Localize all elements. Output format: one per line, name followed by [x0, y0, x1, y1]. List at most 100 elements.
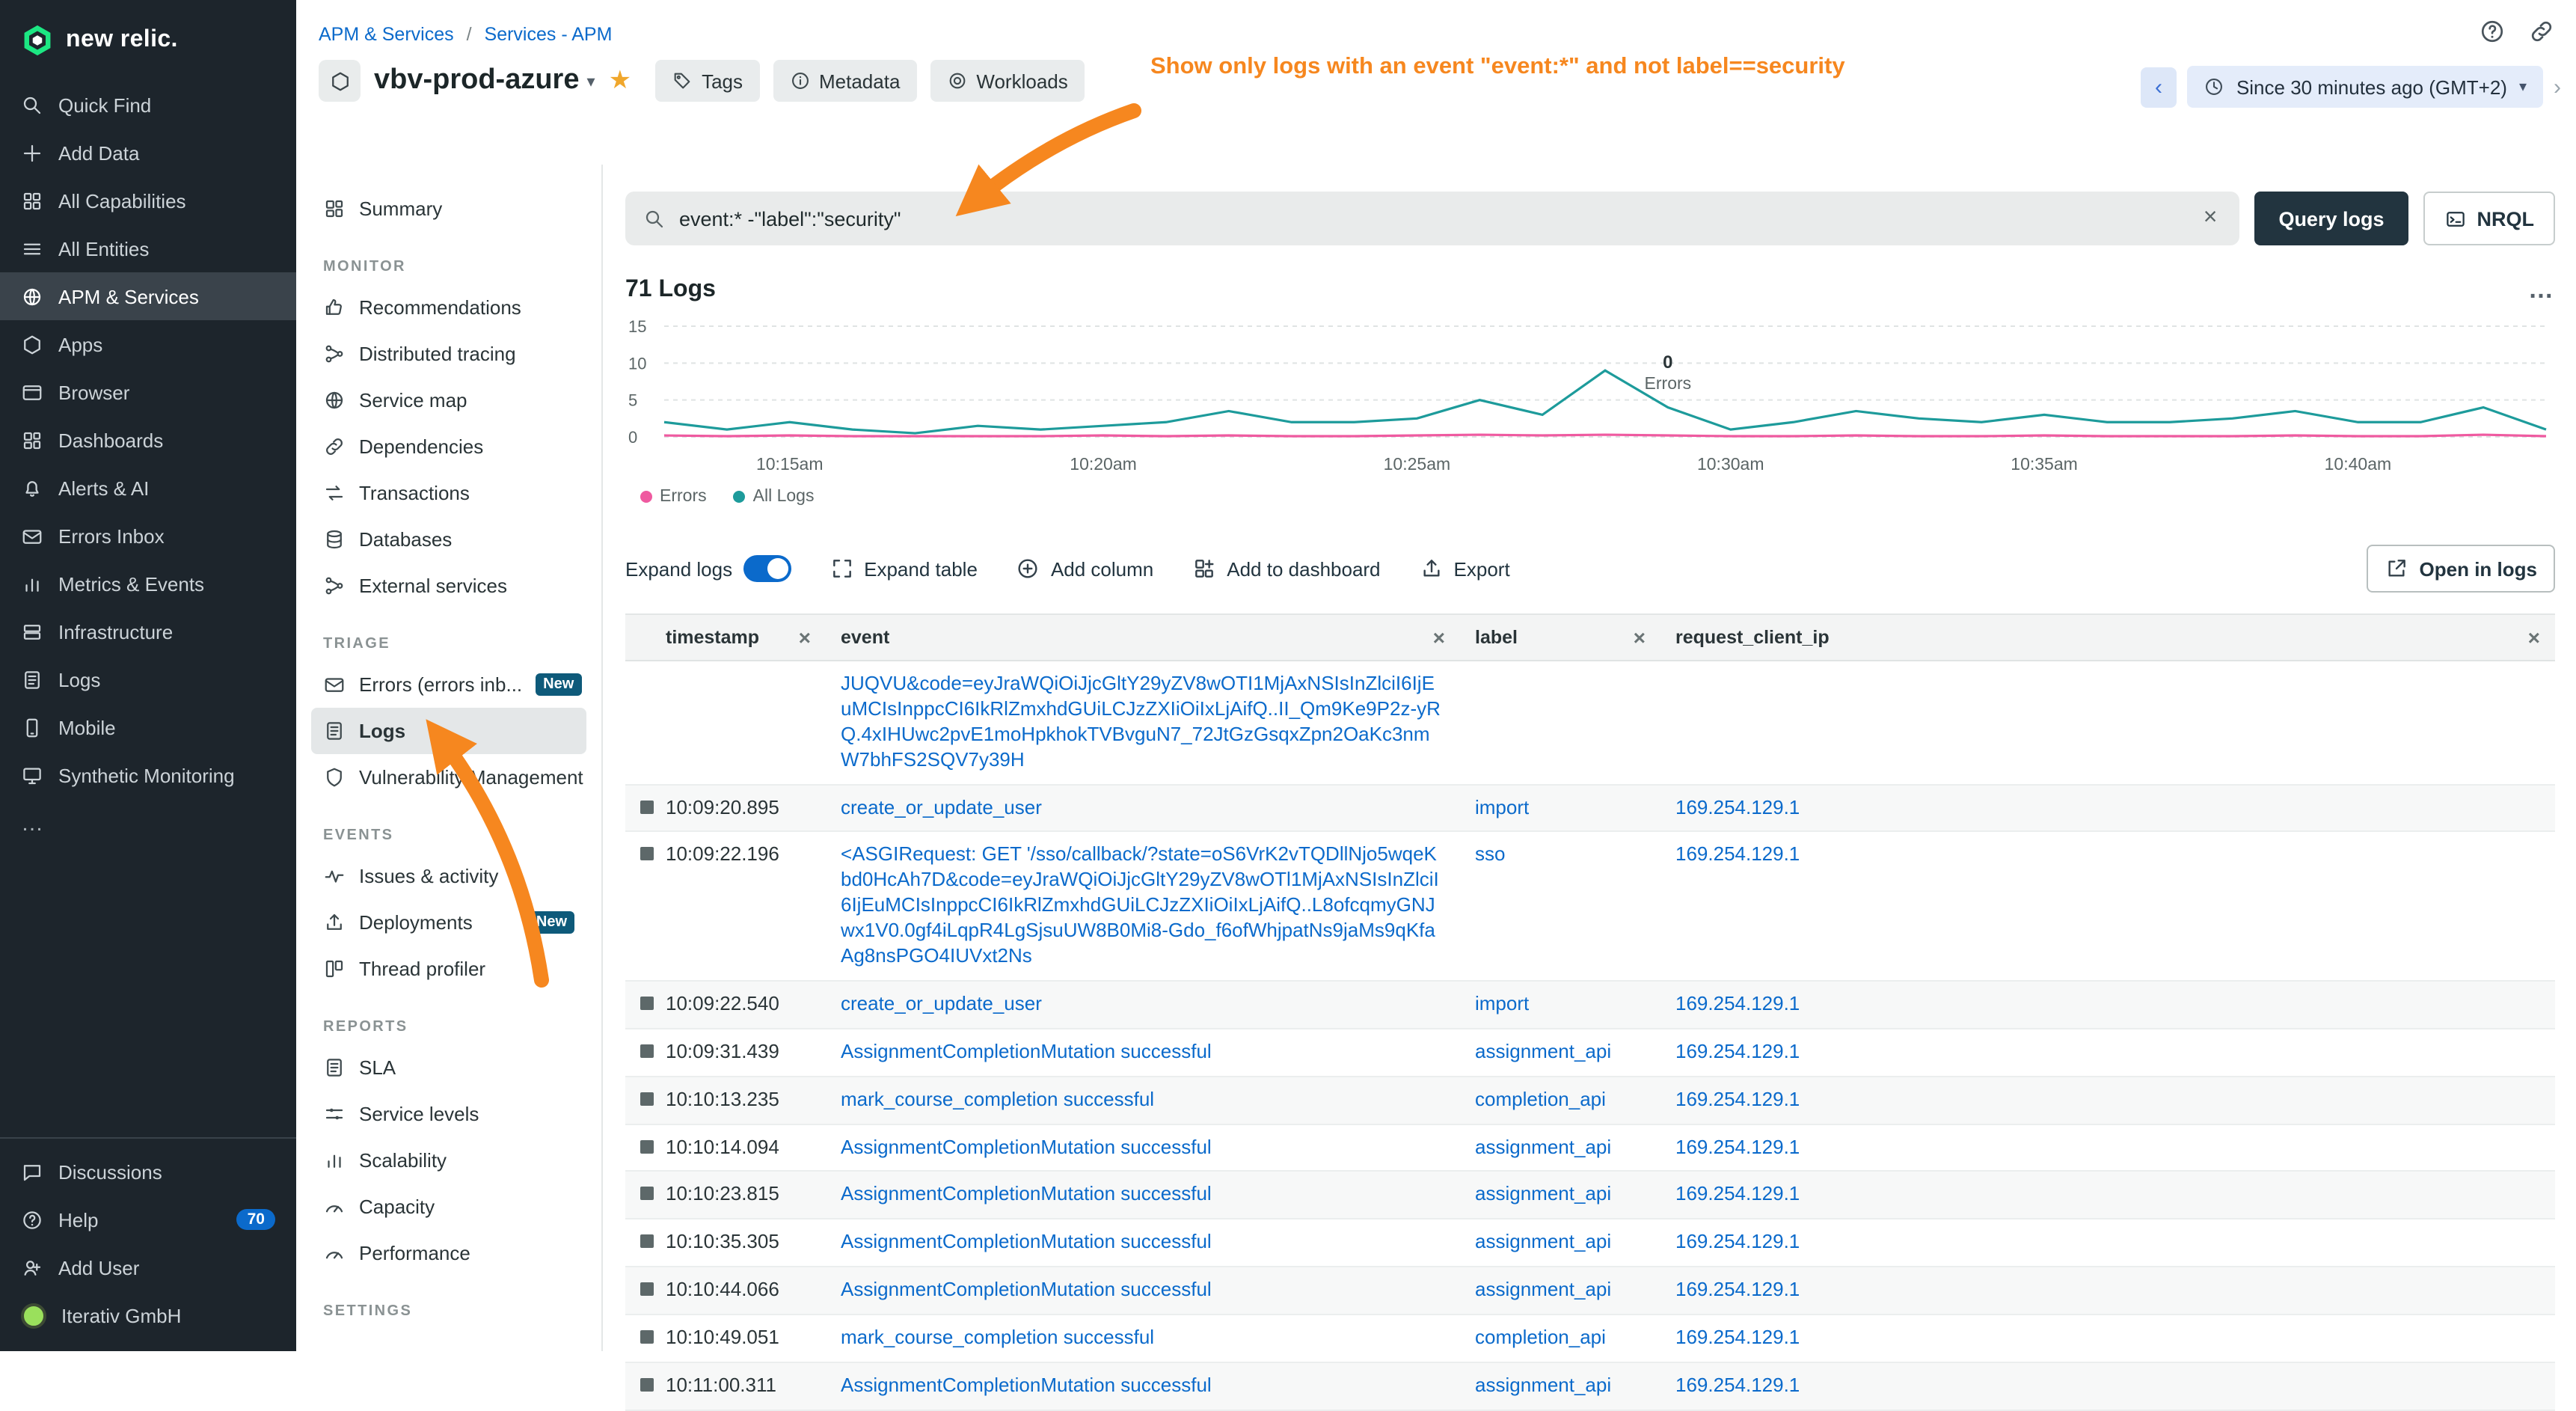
- toggle-on-icon[interactable]: [743, 555, 791, 582]
- add-to-dashboard-button[interactable]: Add to dashboard: [1192, 557, 1380, 581]
- remove-column-button[interactable]: ×: [2528, 625, 2540, 649]
- label-link[interactable]: assignment_api: [1475, 1135, 1611, 1157]
- remove-column-button[interactable]: ×: [799, 625, 811, 649]
- sidebar-item-all-capabilities[interactable]: All Capabilities: [0, 177, 296, 224]
- ip-link[interactable]: 169.254.129.1: [1675, 992, 1800, 1014]
- expand-table-button[interactable]: Expand table: [829, 557, 978, 581]
- sidebar-item-metrics-events[interactable]: Metrics & Events: [0, 560, 296, 607]
- subnav-item-dependencies[interactable]: Dependencies: [311, 423, 586, 470]
- table-row[interactable]: 10:10:44.066AssignmentCompletionMutation…: [625, 1268, 2555, 1316]
- sidebar-item-synthetic-monitoring[interactable]: Synthetic Monitoring: [0, 751, 296, 799]
- event-link[interactable]: AssignmentCompletionMutation successful: [841, 1231, 1212, 1253]
- chart-menu-button[interactable]: …: [2528, 275, 2555, 305]
- column-header-request-client-ip[interactable]: request_client_ip×: [1660, 615, 2555, 660]
- favorite-star-icon[interactable]: ★: [609, 66, 632, 96]
- subnav-item-summary[interactable]: Summary: [311, 186, 586, 232]
- ip-link[interactable]: 169.254.129.1: [1675, 1326, 1800, 1348]
- table-row[interactable]: 10:09:20.895create_or_update_userimport1…: [625, 785, 2555, 833]
- time-next-button[interactable]: ›: [2554, 74, 2561, 100]
- sidebar-item-all-entities[interactable]: All Entities: [0, 224, 296, 272]
- label-link[interactable]: assignment_api: [1475, 1231, 1611, 1253]
- legend-errors[interactable]: Errors: [640, 488, 707, 506]
- subnav-item-capacity[interactable]: Capacity: [311, 1184, 586, 1230]
- entity-name[interactable]: vbv-prod-azure: [374, 64, 580, 97]
- ip-link[interactable]: 169.254.129.1: [1675, 1135, 1800, 1157]
- event-link[interactable]: AssignmentCompletionMutation successful: [841, 1374, 1212, 1396]
- event-link[interactable]: create_or_update_user: [841, 795, 1042, 818]
- clear-search-button[interactable]: ×: [2199, 205, 2222, 232]
- subnav-item-performance[interactable]: Performance: [311, 1230, 586, 1276]
- label-link[interactable]: assignment_api: [1475, 1040, 1611, 1062]
- sidebar-item-help[interactable]: Help70: [0, 1196, 296, 1243]
- logs-timeseries-chart[interactable]: 05101510:15am10:20am10:25am10:30am10:35a…: [625, 314, 2555, 482]
- table-row[interactable]: 10:10:13.235mark_course_completion succe…: [625, 1077, 2555, 1124]
- sidebar-item-infrastructure[interactable]: Infrastructure: [0, 607, 296, 655]
- open-in-logs-button[interactable]: Open in logs: [2367, 545, 2555, 593]
- query-logs-button[interactable]: Query logs: [2254, 192, 2408, 245]
- nrql-button[interactable]: NRQL: [2423, 192, 2556, 245]
- log-search-value[interactable]: event:* -"label":"security": [679, 207, 2186, 230]
- new-relic-logo[interactable]: new relic.: [0, 0, 296, 81]
- entity-dropdown-caret-icon[interactable]: ▾: [587, 71, 595, 91]
- label-link[interactable]: assignment_api: [1475, 1374, 1611, 1396]
- help-icon[interactable]: [2479, 18, 2506, 45]
- permalink-icon[interactable]: [2528, 18, 2555, 45]
- ip-link[interactable]: 169.254.129.1: [1675, 1279, 1800, 1301]
- event-link[interactable]: AssignmentCompletionMutation successful: [841, 1279, 1212, 1301]
- sidebar-item-apps[interactable]: Apps: [0, 320, 296, 368]
- label-link[interactable]: completion_api: [1475, 1087, 1606, 1109]
- breadcrumb-link-apm-services[interactable]: APM & Services: [319, 24, 454, 45]
- column-header-event[interactable]: event×: [826, 615, 1460, 660]
- ip-link[interactable]: 169.254.129.1: [1675, 795, 1800, 818]
- tags-button[interactable]: Tags: [655, 60, 759, 102]
- sidebar-item-alerts-ai[interactable]: Alerts & AI: [0, 464, 296, 512]
- remove-column-button[interactable]: ×: [1634, 625, 1646, 649]
- subnav-item-vulnerability-management[interactable]: Vulnerability Management: [311, 754, 586, 801]
- ip-link[interactable]: 169.254.129.1: [1675, 1183, 1800, 1205]
- label-link[interactable]: import: [1475, 992, 1529, 1014]
- table-row[interactable]: 10:10:49.051mark_course_completion succe…: [625, 1315, 2555, 1363]
- subnav-item-scalability[interactable]: Scalability: [311, 1137, 586, 1184]
- label-link[interactable]: import: [1475, 795, 1529, 818]
- export-button[interactable]: Export: [1420, 557, 1510, 581]
- table-row[interactable]: JUQVU&code=eyJraWQiOiJjcGltY29yZV8wOTI1M…: [625, 661, 2555, 785]
- time-picker[interactable]: Since 30 minutes ago (GMT+2) ▾: [2187, 66, 2543, 108]
- table-row[interactable]: 10:09:22.540create_or_update_userimport1…: [625, 982, 2555, 1029]
- sidebar-item-add-user[interactable]: Add User: [0, 1243, 296, 1291]
- subnav-item-recommendations[interactable]: Recommendations: [311, 284, 586, 331]
- sidebar-item-errors-inbox[interactable]: Errors Inbox: [0, 512, 296, 560]
- legend-all-logs[interactable]: All Logs: [734, 488, 815, 506]
- table-row[interactable]: 10:10:35.305AssignmentCompletionMutation…: [625, 1220, 2555, 1268]
- sidebar-item-mobile[interactable]: Mobile: [0, 703, 296, 751]
- table-row[interactable]: 10:09:22.196<ASGIRequest: GET '/sso/call…: [625, 833, 2555, 982]
- sidebar-item-iterativ-gmbh[interactable]: Iterativ GmbH: [0, 1291, 296, 1339]
- time-prev-button[interactable]: ‹: [2141, 67, 2177, 107]
- event-link[interactable]: mark_course_completion successful: [841, 1087, 1154, 1109]
- subnav-item-distributed-tracing[interactable]: Distributed tracing: [311, 331, 586, 377]
- subnav-item-thread-profiler[interactable]: Thread profiler: [311, 946, 586, 992]
- breadcrumb-link-services-apm[interactable]: Services - APM: [485, 24, 613, 45]
- table-row[interactable]: 10:10:23.815AssignmentCompletionMutation…: [625, 1172, 2555, 1220]
- event-link[interactable]: AssignmentCompletionMutation successful: [841, 1135, 1212, 1157]
- subnav-item-external-services[interactable]: External services: [311, 563, 586, 609]
- event-link[interactable]: mark_course_completion successful: [841, 1326, 1154, 1348]
- sidebar-item-add-data[interactable]: Add Data: [0, 129, 296, 177]
- event-link[interactable]: AssignmentCompletionMutation successful: [841, 1040, 1212, 1062]
- table-row[interactable]: 10:09:31.439AssignmentCompletionMutation…: [625, 1029, 2555, 1077]
- add-column-button[interactable]: Add column: [1016, 557, 1153, 581]
- event-link[interactable]: create_or_update_user: [841, 992, 1042, 1014]
- sidebar-item-logs[interactable]: Logs: [0, 655, 296, 703]
- subnav-item-service-levels[interactable]: Service levels: [311, 1091, 586, 1137]
- event-link[interactable]: AssignmentCompletionMutation successful: [841, 1183, 1212, 1205]
- label-link[interactable]: sso: [1475, 843, 1505, 866]
- expand-logs-toggle[interactable]: Expand logs: [625, 555, 791, 582]
- subnav-item-issues-activity[interactable]: Issues & activity: [311, 853, 586, 899]
- event-link[interactable]: <ASGIRequest: GET '/sso/callback/?state=…: [841, 843, 1439, 967]
- sidebar-item-browser[interactable]: Browser: [0, 368, 296, 416]
- table-row[interactable]: 10:10:14.094AssignmentCompletionMutation…: [625, 1124, 2555, 1172]
- column-header-timestamp[interactable]: timestamp×: [625, 615, 826, 660]
- sidebar-item-dashboards[interactable]: Dashboards: [0, 416, 296, 464]
- subnav-item-logs[interactable]: Logs: [311, 708, 586, 754]
- ip-link[interactable]: 169.254.129.1: [1675, 1040, 1800, 1062]
- ip-link[interactable]: 169.254.129.1: [1675, 1231, 1800, 1253]
